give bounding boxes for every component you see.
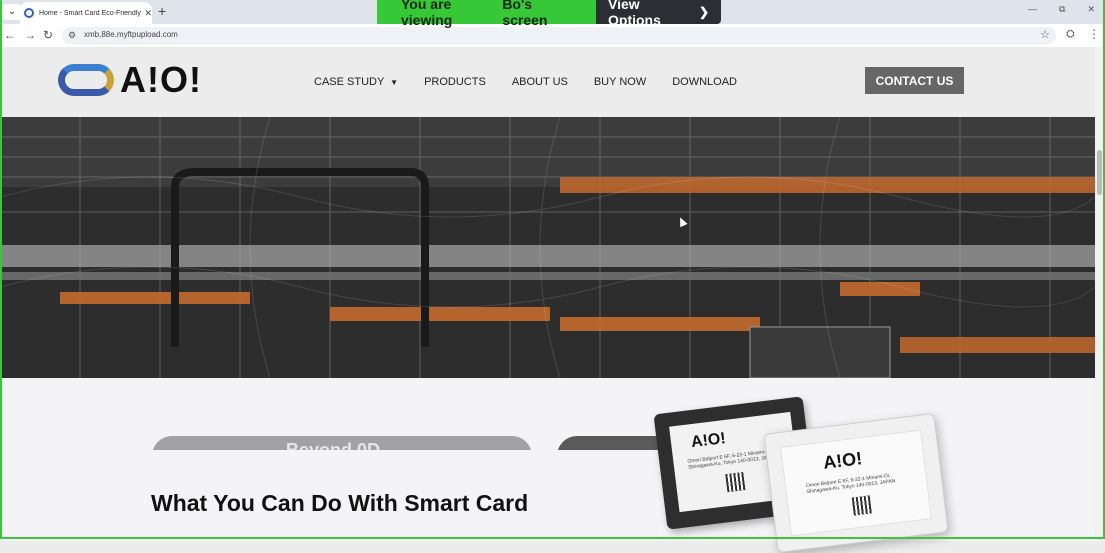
tab-title: Home - Smart Card Eco-Friendly	[38, 9, 141, 17]
logo-text: A!O!	[120, 59, 202, 100]
site-info-icon[interactable]: ⚙	[68, 30, 76, 41]
site-favicon-icon	[24, 8, 34, 18]
new-tab-button[interactable]: +	[158, 3, 166, 19]
view-options-button[interactable]: View Options ❯	[596, 0, 721, 28]
warehouse-illustration	[0, 117, 1095, 378]
card-logo-text: A!O!	[822, 448, 864, 473]
view-options-label: View Options	[608, 0, 661, 28]
nav-about-us[interactable]: ABOUT US	[512, 76, 568, 88]
site-logo[interactable]: A!O!	[58, 59, 202, 100]
browser-tab[interactable]: Home - Smart Card Eco-Friendly ✕	[20, 2, 152, 24]
viewer-name: Bo's screen	[502, 0, 548, 28]
extension-icon[interactable]: ⛭	[1066, 28, 1075, 41]
logo-ring-icon	[58, 64, 114, 96]
card-display: A!O! Omori Belport E 6F, 6-22-1 Minami-O…	[780, 429, 932, 537]
viewing-indicator: You are viewing Bo's screen	[377, 0, 596, 28]
page-scrollbar[interactable]	[1095, 47, 1105, 541]
contact-us-button[interactable]: CONTACT US	[865, 67, 964, 94]
qr-code-icon	[851, 495, 872, 516]
smart-card-white-image: A!O! Omori Belport E 6F, 6-22-1 Minami-O…	[763, 412, 949, 553]
nav-case-study[interactable]: CASE STUDY ▼	[314, 76, 398, 88]
site-header: A!O! CASE STUDY ▼ PRODUCTS ABOUT US BUY …	[0, 47, 1095, 117]
card-address-text: Omori Belport E 6F, 6-22-1 Minami-Oi, Sh…	[687, 448, 777, 471]
nav-buy-now[interactable]: BUY NOW	[594, 76, 646, 88]
card-logo-text: A!O!	[690, 430, 727, 452]
restore-icon[interactable]: ⧉	[1059, 4, 1065, 15]
minimize-icon[interactable]: —	[1028, 4, 1037, 15]
nav-products[interactable]: PRODUCTS	[424, 76, 486, 88]
close-window-icon[interactable]: ✕	[1087, 4, 1095, 15]
card-address-text: Omori Belport E 6F, 6-22-1 Minami-Oi, Sh…	[805, 472, 896, 496]
main-nav: CASE STUDY ▼ PRODUCTS ABOUT US BUY NOW D…	[314, 76, 763, 88]
chevron-down-icon: ❯	[698, 5, 709, 19]
url-text: xmb.88e.myftpupload.com	[84, 30, 178, 39]
qr-code-icon	[725, 472, 746, 493]
section-heading: What You Can Do With Smart Card	[151, 490, 529, 516]
viewing-text: You are viewing	[401, 0, 453, 28]
address-bar[interactable]: ⚙ xmb.88e.myftpupload.com ☆	[62, 27, 1056, 44]
forward-icon[interactable]: →	[24, 28, 36, 42]
hero-image	[0, 117, 1095, 378]
chevron-down-icon: ▼	[390, 78, 399, 87]
reload-icon[interactable]: ↻	[43, 28, 53, 42]
tab-close-icon[interactable]: ✕	[144, 8, 152, 19]
nav-label: CASE STUDY	[314, 76, 385, 88]
nav-download[interactable]: DOWNLOAD	[672, 76, 737, 88]
back-icon[interactable]: ←	[4, 28, 16, 42]
browser-menu-icon[interactable]: ⋮	[1088, 27, 1100, 41]
bookmark-star-icon[interactable]: ☆	[1040, 28, 1050, 41]
screen-share-banner: You are viewing Bo's screen View Options…	[377, 0, 721, 28]
tab-search-icon[interactable]: ⌄	[2, 4, 22, 20]
scrollbar-thumb[interactable]	[1097, 150, 1102, 195]
